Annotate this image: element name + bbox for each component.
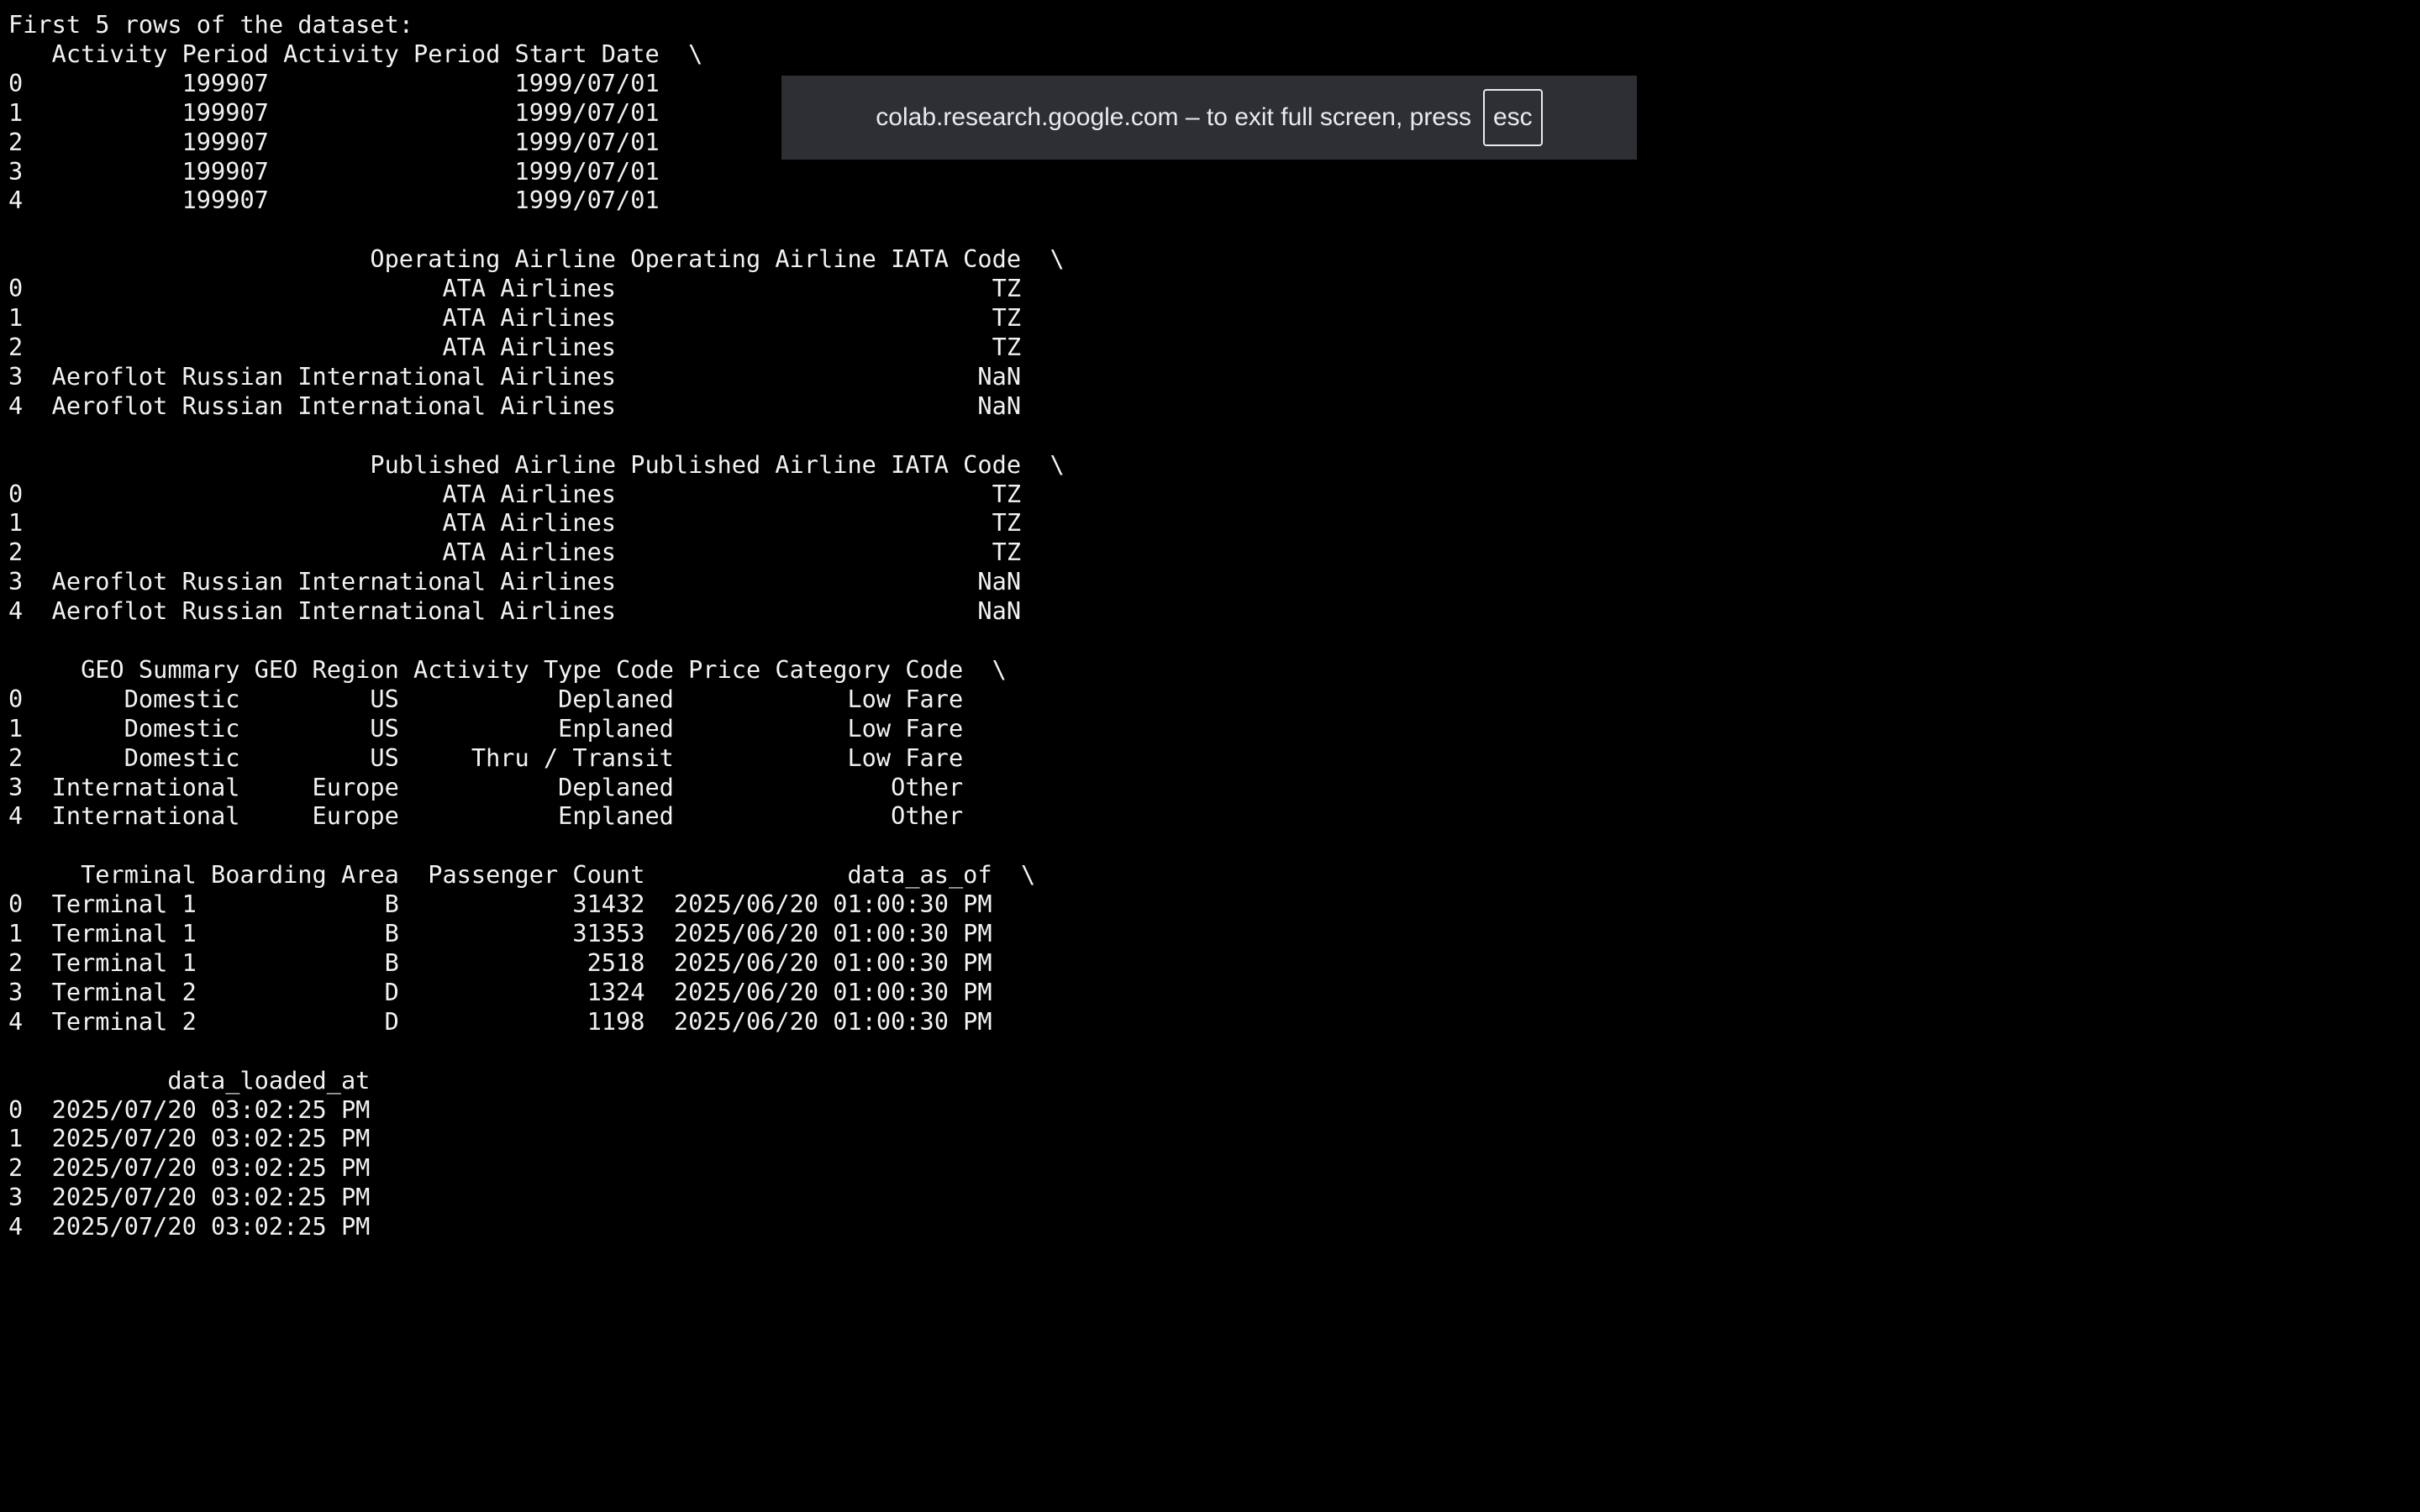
output-line: 2 ATA Airlines TZ (8, 332, 1065, 361)
output-line: data_loaded_at (8, 1065, 399, 1095)
output-line: 0 Terminal 1 B 31432 2025/06/20 01:00:30… (8, 890, 1036, 919)
esc-key-hint: esc (1483, 89, 1543, 146)
output-line: Published Airline Published Airline IATA… (8, 449, 1065, 479)
output-line: 0 199907 1999/07/01 (8, 68, 703, 97)
output-line: 1 199907 1999/07/01 (8, 97, 703, 127)
output-line: 1 ATA Airlines TZ (8, 303, 1065, 333)
output-line: 0 2025/07/20 03:02:25 PM (8, 1095, 399, 1124)
output-line: 1 2025/07/20 03:02:25 PM (8, 1124, 399, 1153)
output-line: 4 Aeroflot Russian International Airline… (8, 596, 1065, 626)
output-line: Operating Airline Operating Airline IATA… (8, 244, 1065, 274)
output-line: 1 Domestic US Enplaned Low Fare (8, 713, 1007, 743)
output-line: 4 Aeroflot Russian International Airline… (8, 391, 1065, 420)
output-line: 0 ATA Airlines TZ (8, 274, 1065, 303)
fullscreen-notice-message: colab.research.google.com – to exit full… (876, 103, 1471, 131)
output-line: GEO Summary GEO Region Activity Type Cod… (8, 654, 1007, 684)
output-line: 3 199907 1999/07/01 (8, 156, 703, 186)
output-line: 4 2025/07/20 03:02:25 PM (8, 1212, 399, 1242)
fullscreen-exit-notice: colab.research.google.com – to exit full… (781, 76, 1637, 160)
output-line: Terminal Boarding Area Passenger Count d… (8, 860, 1036, 890)
output-line: 3 2025/07/20 03:02:25 PM (8, 1183, 399, 1212)
output-line: First 5 rows of the dataset: (8, 10, 414, 39)
output-line: 3 International Europe Deplaned Other (8, 772, 1007, 801)
output-line: 2 Domestic US Thru / Transit Low Fare (8, 743, 1007, 772)
output-line: 0 Domestic US Deplaned Low Fare (8, 684, 1007, 713)
output-line: Activity Period Activity Period Start Da… (8, 39, 703, 68)
output-line: 3 Aeroflot Russian International Airline… (8, 361, 1065, 391)
output-line: 2 Terminal 1 B 2518 2025/06/20 01:00:30 … (8, 948, 1036, 977)
output-line: 0 ATA Airlines TZ (8, 479, 1065, 508)
output-line: 4 Terminal 2 D 1198 2025/06/20 01:00:30 … (8, 1006, 1036, 1036)
output-line: 3 Aeroflot Russian International Airline… (8, 567, 1065, 596)
output-line: 3 Terminal 2 D 1324 2025/06/20 01:00:30 … (8, 977, 1036, 1006)
output-line: 1 Terminal 1 B 31353 2025/06/20 01:00:30… (8, 919, 1036, 948)
dataframe-head-output: First 5 rows of the dataset: Activity Pe… (8, 10, 1065, 1242)
output-line: 4 International Europe Enplaned Other (8, 801, 1007, 831)
output-line: 2 199907 1999/07/01 (8, 127, 703, 156)
output-line: 4 199907 1999/07/01 (8, 186, 703, 215)
output-line: 2 2025/07/20 03:02:25 PM (8, 1153, 399, 1183)
output-line: 1 ATA Airlines TZ (8, 508, 1065, 538)
cell-output-area: First 5 rows of the dataset: Activity Pe… (0, 0, 2420, 1512)
output-line: 2 ATA Airlines TZ (8, 538, 1065, 567)
